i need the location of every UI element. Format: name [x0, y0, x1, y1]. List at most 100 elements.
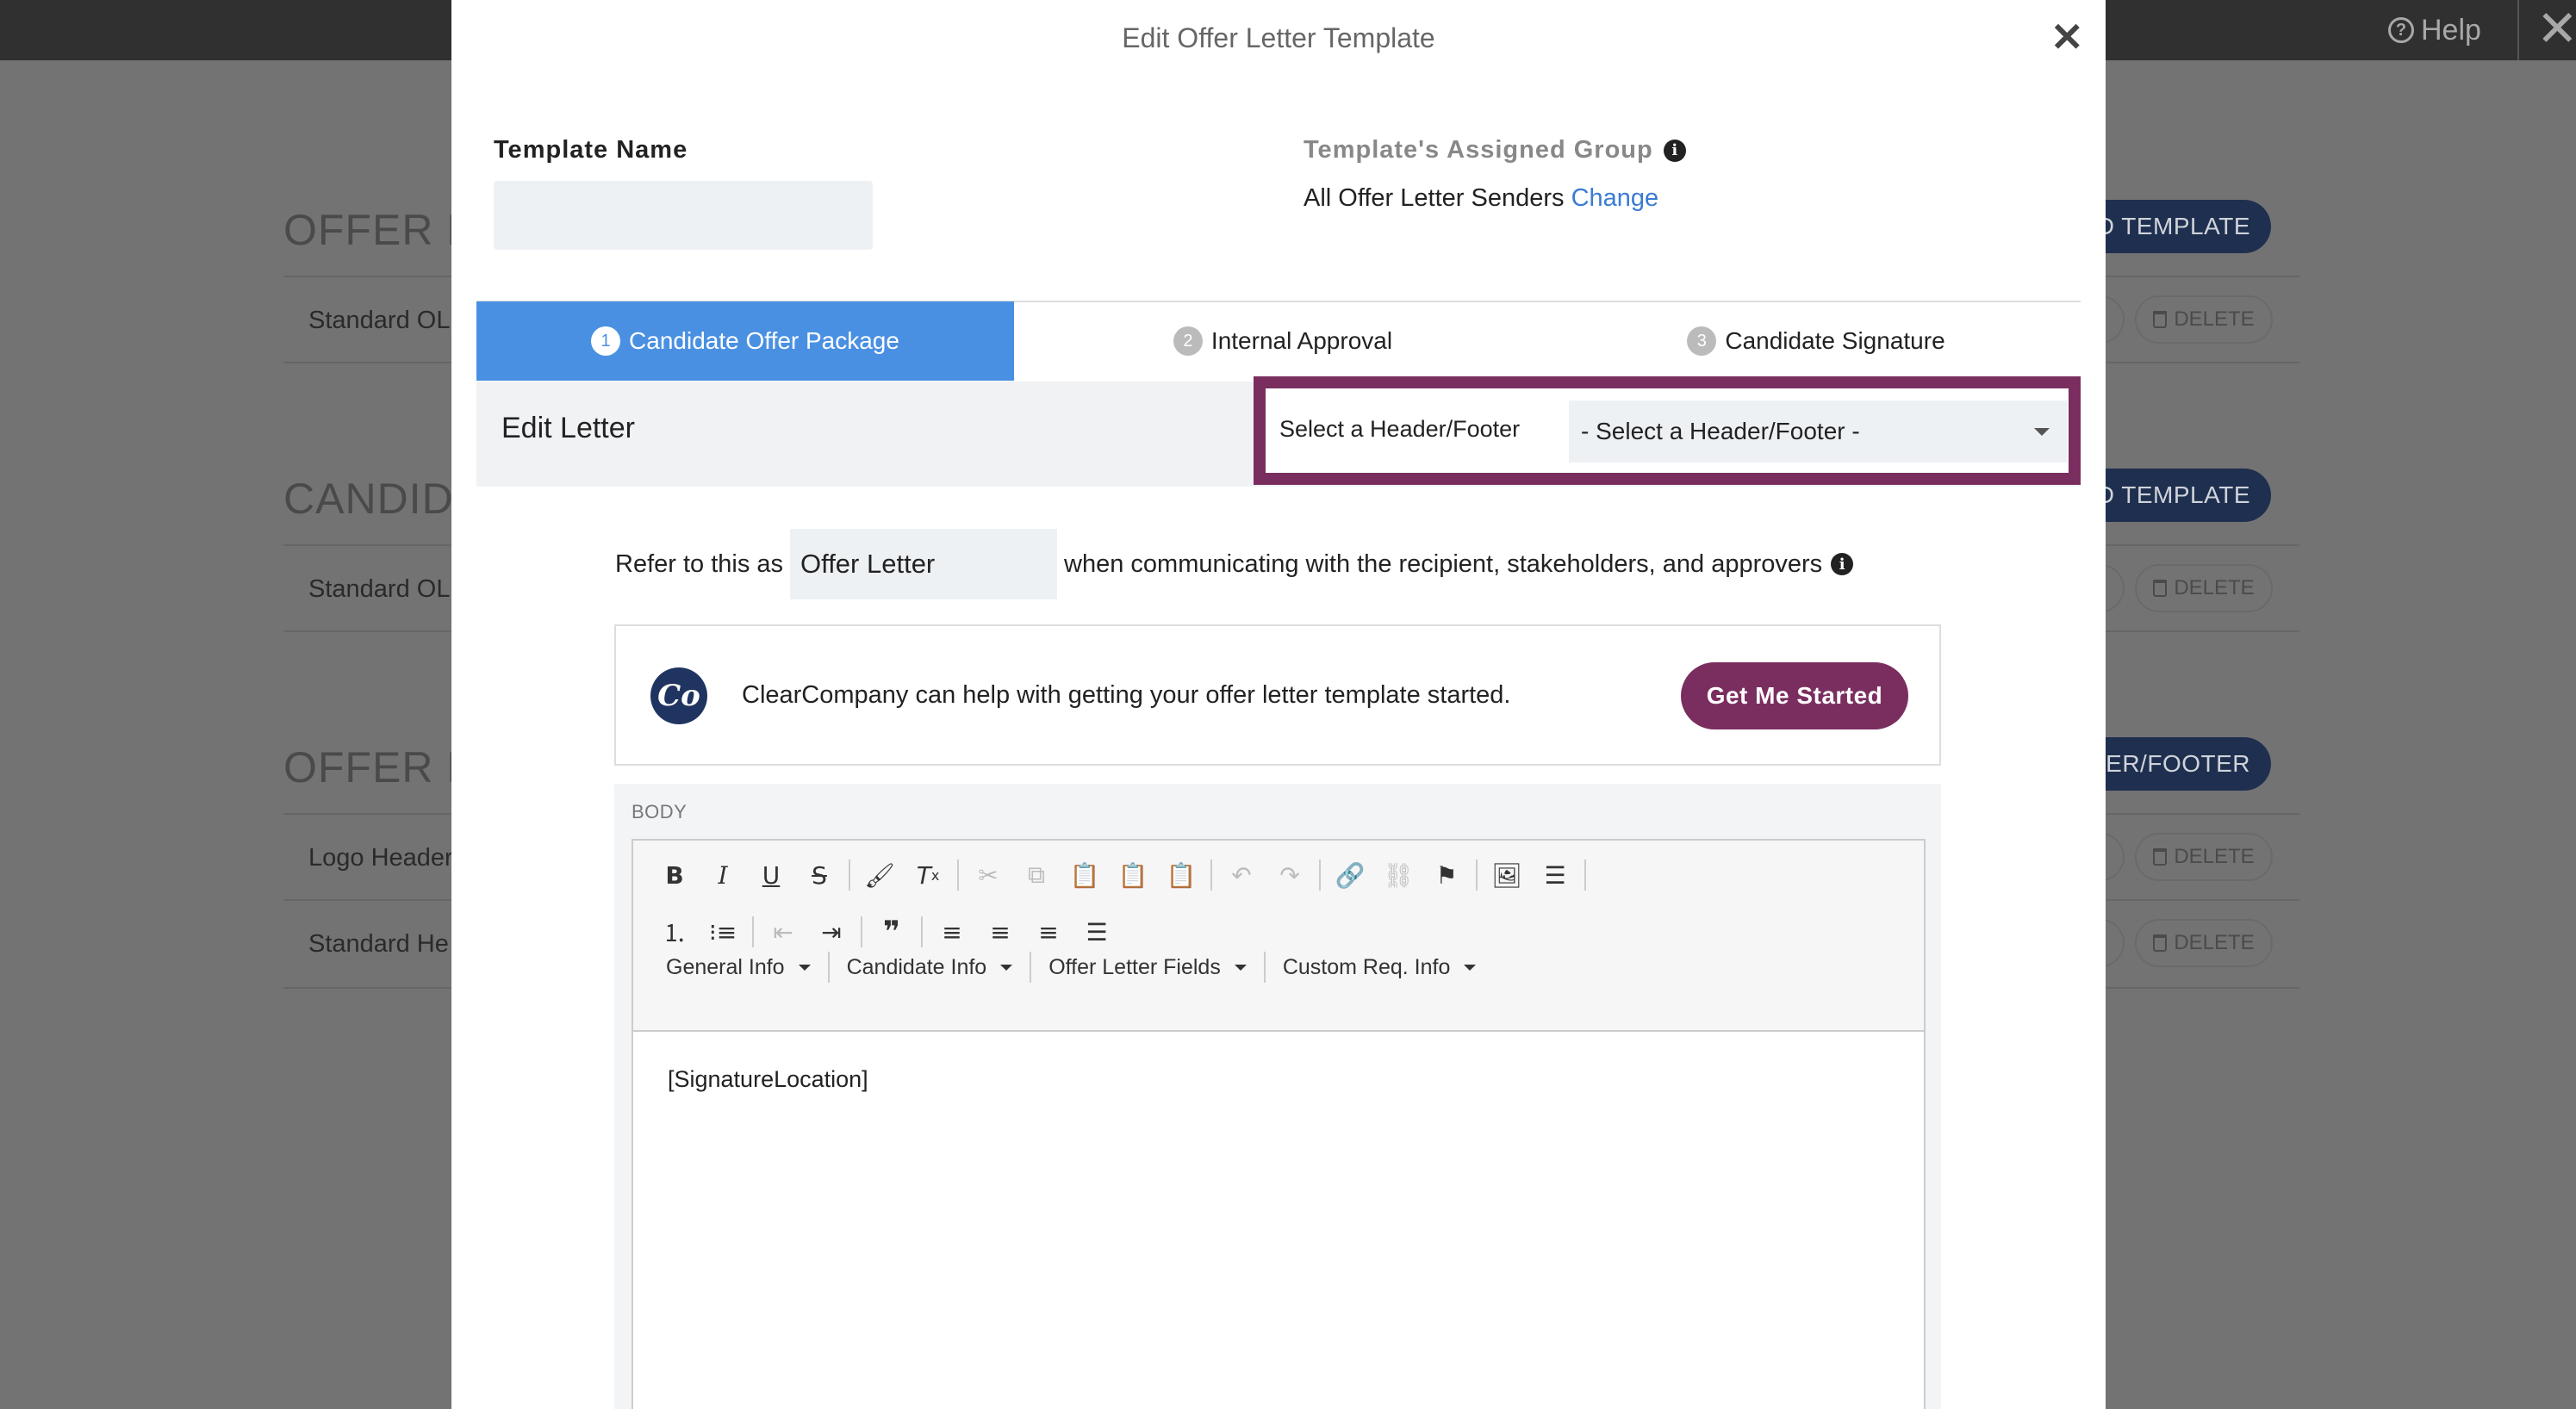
unlink-icon[interactable]: ⛓	[1376, 853, 1421, 897]
modal-title: Edit Offer Letter Template	[1122, 22, 1435, 53]
toolbar-separator	[861, 916, 862, 947]
paste-icon[interactable]: 📋	[1062, 853, 1107, 897]
clearcompany-help-card: Co ClearCompany can help with getting yo…	[614, 624, 1941, 766]
toolbar-separator	[849, 860, 850, 891]
header-footer-select[interactable]: - Select a Header/Footer -	[1569, 400, 2067, 462]
tab-candidate-offer-package[interactable]: 1 Candidate Offer Package	[476, 301, 1014, 381]
step-number: 1	[591, 326, 621, 356]
close-icon[interactable]: ✕	[2536, 3, 2576, 55]
assigned-group-value: All Offer Letter Senders Change	[1304, 184, 1658, 213]
delete-label: DELETE	[2174, 845, 2255, 868]
template-name-input[interactable]	[494, 181, 873, 250]
clear-formatting-icon[interactable]: Tx	[905, 853, 950, 897]
change-group-link[interactable]: Change	[1571, 184, 1659, 212]
get-me-started-button[interactable]: Get Me Started	[1681, 662, 1908, 729]
cut-icon[interactable]: ✂	[966, 853, 1011, 897]
caret-down-icon	[1464, 964, 1477, 971]
delete-button[interactable]: DELETE	[2135, 295, 2273, 344]
toolbar-row: B I U S 🖌 Tx ✂ ⧉ 📋 📋 📋 ↶ ↷ 🔗 ⛓ ⚑ 🖼 ☰	[652, 853, 1590, 897]
delete-label: DELETE	[2174, 931, 2255, 954]
refer-suffix: when communicating with the recipient, s…	[1064, 549, 1823, 578]
help-icon: ?	[2388, 17, 2414, 43]
chevron-down-icon	[2034, 428, 2050, 436]
merge-field-row: General Info Candidate Info Offer Letter…	[652, 947, 1490, 987]
strikethrough-icon[interactable]: S	[797, 853, 842, 897]
tab-candidate-signature[interactable]: 3 Candidate Signature	[1552, 301, 2081, 381]
toolbar-separator	[1210, 860, 1212, 891]
link-icon[interactable]: 🔗	[1328, 853, 1372, 897]
tab-label: Candidate Offer Package	[629, 327, 899, 354]
row-label: Standard He	[308, 930, 449, 958]
caret-down-icon	[1234, 964, 1247, 971]
tab-label: Internal Approval	[1210, 327, 1393, 354]
info-icon[interactable]: i	[1831, 553, 1854, 575]
italic-icon[interactable]: I	[700, 853, 745, 897]
dropdown-label: General Info	[666, 954, 785, 979]
paste-word-icon[interactable]: 📋	[1159, 853, 1204, 897]
clearcompany-message: ClearCompany can help with getting your …	[742, 681, 1511, 709]
header-footer-selected: - Select a Header/Footer -	[1581, 418, 1860, 444]
custom-req-info-dropdown[interactable]: Custom Req. Info	[1269, 947, 1490, 987]
toolbar-separator	[921, 916, 923, 947]
step-number: 2	[1173, 326, 1203, 356]
dropdown-label: Custom Req. Info	[1282, 954, 1451, 979]
assigned-group-label: Template's Assigned Group i	[1304, 136, 1686, 164]
dropdown-label: Candidate Info	[846, 954, 987, 979]
refer-row: Refer to this as when communicating with…	[615, 529, 1854, 599]
assigned-group-text: All Offer Letter Senders	[1304, 184, 1565, 212]
refer-name-input[interactable]	[790, 529, 1058, 599]
toolbar-separator	[1030, 952, 1032, 983]
candidate-info-dropdown[interactable]: Candidate Info	[833, 947, 1027, 987]
underline-icon[interactable]: U	[749, 853, 793, 897]
trash-icon	[2153, 580, 2168, 597]
top-bar-divider	[2517, 0, 2519, 60]
row-label: Standard OL	[308, 307, 451, 334]
delete-button[interactable]: DELETE	[2135, 564, 2273, 612]
toolbar-separator	[957, 860, 959, 891]
trash-icon	[2153, 311, 2168, 328]
toolbar-separator	[827, 952, 830, 983]
delete-button[interactable]: DELETE	[2135, 833, 2273, 881]
general-info-dropdown[interactable]: General Info	[652, 947, 824, 987]
delete-button[interactable]: DELETE	[2135, 919, 2273, 967]
toolbar-separator	[1476, 860, 1478, 891]
help-link[interactable]: ? Help	[2388, 10, 2481, 50]
body-panel: BODY B I U S 🖌 Tx ✂ ⧉ 📋 📋 📋 ↶ ↷ 🔗 ⛓ ⚑ 🖼 …	[614, 784, 1941, 1409]
body-label: BODY	[632, 801, 688, 822]
horizontal-line-icon[interactable]: ☰	[1533, 853, 1577, 897]
row-label: Logo Header	[308, 844, 453, 872]
info-icon[interactable]: i	[1663, 139, 1686, 162]
anchor-flag-icon[interactable]: ⚑	[1424, 853, 1469, 897]
delete-label: DELETE	[2174, 307, 2255, 331]
toolbar-separator	[1263, 952, 1266, 983]
offer-letter-fields-dropdown[interactable]: Offer Letter Fields	[1035, 947, 1260, 987]
undo-icon[interactable]: ↶	[1219, 853, 1264, 897]
header-footer-label: Select a Header/Footer	[1279, 416, 1521, 442]
toolbar-separator	[1319, 860, 1321, 891]
clearcompany-logo: Co	[650, 667, 707, 724]
caret-down-icon	[1000, 964, 1013, 971]
assigned-group-label-text: Template's Assigned Group	[1304, 136, 1653, 164]
dropdown-label: Offer Letter Fields	[1048, 954, 1221, 979]
editor-content[interactable]: [SignatureLocation]	[668, 1066, 868, 1093]
redo-icon[interactable]: ↷	[1267, 853, 1312, 897]
tab-label: Candidate Signature	[1725, 327, 1945, 354]
template-name-label: Template Name	[494, 136, 688, 164]
editor-toolbar: B I U S 🖌 Tx ✂ ⧉ 📋 📋 📋 ↶ ↷ 🔗 ⛓ ⚑ 🖼 ☰ ⒈ ⁝…	[633, 841, 1924, 1032]
format-painter-icon[interactable]: 🖌	[857, 853, 902, 897]
image-icon[interactable]: 🖼	[1484, 853, 1529, 897]
edit-letter-title: Edit Letter	[501, 412, 635, 444]
refer-prefix: Refer to this as	[615, 549, 784, 578]
delete-label: DELETE	[2174, 576, 2255, 599]
step-number: 3	[1687, 326, 1717, 356]
paste-text-icon[interactable]: 📋	[1111, 853, 1155, 897]
close-icon[interactable]: ✕	[2050, 16, 2084, 59]
tab-internal-approval[interactable]: 2 Internal Approval	[1014, 301, 1552, 381]
trash-icon	[2153, 934, 2168, 952]
copy-icon[interactable]: ⧉	[1014, 853, 1059, 897]
help-label: Help	[2421, 13, 2481, 47]
header-footer-highlight: Select a Header/Footer - Select a Header…	[1254, 376, 2081, 485]
caret-down-icon	[798, 964, 811, 971]
toolbar-separator	[1584, 860, 1586, 891]
bold-icon[interactable]: B	[652, 853, 697, 897]
